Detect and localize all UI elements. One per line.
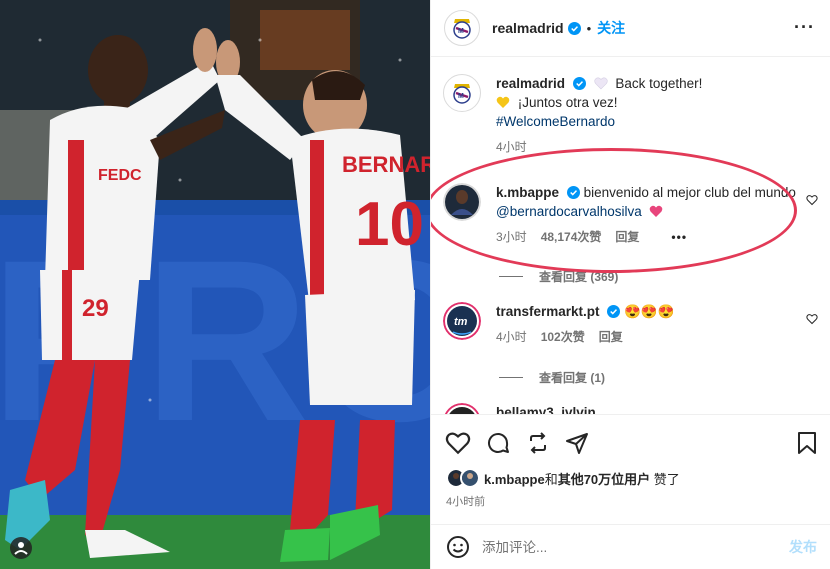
save-bookmark-icon[interactable]	[796, 431, 818, 455]
caption-time[interactable]: 4小时	[496, 138, 527, 155]
repost-icon[interactable]	[526, 431, 550, 455]
comment-username[interactable]: transfermarkt.pt	[496, 304, 600, 319]
likes-suffix: 赞了	[653, 471, 680, 487]
white-heart-icon	[593, 77, 608, 90]
avatar[interactable]	[460, 468, 480, 488]
svg-text:tm: tm	[454, 316, 468, 328]
post-caption: M realmadrid Back together! ¡Juntos otra…	[443, 74, 813, 155]
comments-list[interactable]: M realmadrid Back together! ¡Juntos otra…	[431, 58, 830, 414]
comment-likes[interactable]: 102次赞	[541, 328, 585, 345]
avatar[interactable]	[443, 183, 481, 221]
post-photo[interactable]: PRO 29 FEDC BERNARD 10	[0, 0, 430, 569]
caption-hashtag[interactable]: #WelcomeBernardo	[496, 114, 615, 129]
photo-illustration: PRO 29 FEDC BERNARD 10	[0, 0, 430, 569]
like-heart-icon[interactable]	[445, 431, 471, 455]
avatar[interactable]: tm	[443, 302, 481, 340]
comment-item: k.mbappe bienvenido al mejor club del mu…	[443, 183, 818, 245]
comment-item: bellamy3_jvlvin	[443, 403, 813, 414]
comment-composer: 发布	[431, 524, 830, 569]
left-jersey-number: 29	[82, 295, 109, 322]
right-jersey-number: 10	[355, 190, 424, 259]
comment-likes[interactable]: 48,174次赞	[541, 228, 602, 245]
like-comment-icon[interactable]	[806, 194, 818, 206]
more-options-icon[interactable]: ···	[794, 18, 815, 36]
likes-and: 和	[544, 471, 558, 487]
likes-summary[interactable]: k.mbappe和其他70万位用户 赞了	[446, 468, 680, 488]
user-photo-icon	[443, 183, 481, 221]
reply-button[interactable]: 回复	[599, 328, 623, 345]
verified-badge-icon	[572, 77, 586, 90]
real-madrid-crest-icon: M	[448, 14, 476, 42]
comment-username[interactable]: k.mbappe	[496, 185, 559, 200]
comment-time[interactable]: 3小时	[496, 228, 527, 245]
left-jersey-sponsor: FEDC	[98, 167, 142, 184]
view-replies-label: 查看回复 (1)	[539, 371, 606, 385]
caption-username[interactable]: realmadrid	[496, 76, 565, 91]
verified-badge-icon	[607, 305, 621, 318]
avatar[interactable]	[443, 403, 481, 414]
real-madrid-crest-icon: M	[448, 79, 476, 107]
view-replies-button[interactable]: 查看回复 (1)	[499, 369, 605, 386]
comment-item: tm transfermarkt.pt 😍😍😍 4小时 102次赞 回复	[443, 302, 818, 345]
comment-username[interactable]: bellamy3_jvlvin	[496, 405, 596, 414]
share-send-icon[interactable]	[565, 431, 589, 455]
view-replies-button[interactable]: 查看回复 (369)	[499, 268, 618, 285]
comment-time[interactable]: 4小时	[496, 328, 527, 345]
comment-mention[interactable]: @bernardocarvalhosilva	[496, 204, 642, 219]
post-side-panel: M realmadrid • 关注 ··· M realmadrid Back …	[430, 0, 830, 569]
comment-input[interactable]	[482, 539, 752, 555]
post-header: M realmadrid • 关注 ···	[431, 0, 830, 57]
header-username[interactable]: realmadrid	[492, 20, 564, 36]
svg-text:M: M	[458, 93, 464, 100]
right-jersey-name: BERNARD	[342, 152, 430, 177]
comment-text: bienvenido al mejor club del mundo	[583, 185, 796, 200]
user-photo-icon	[462, 470, 478, 486]
avatar[interactable]: M	[443, 74, 481, 112]
svg-text:M: M	[458, 28, 464, 35]
comment-more-icon[interactable]: •••	[671, 230, 687, 244]
emoji-icon[interactable]	[446, 535, 470, 559]
post-comment-button[interactable]: 发布	[789, 537, 817, 557]
tag-people-icon[interactable]	[10, 537, 32, 559]
like-comment-icon[interactable]	[806, 313, 818, 325]
view-replies-line	[499, 276, 523, 277]
yellow-heart-icon	[496, 96, 510, 108]
caption-line-2: ¡Juntos otra vez!	[517, 95, 618, 110]
transfermarkt-logo-icon: tm	[443, 302, 481, 340]
action-bar	[431, 414, 830, 474]
view-replies-label: 查看回复 (369)	[539, 270, 619, 284]
likes-user[interactable]: k.mbappe	[484, 472, 545, 487]
likes-others[interactable]: 其他70万位用户	[558, 472, 650, 487]
pink-heart-icon	[649, 205, 662, 217]
follow-button[interactable]: 关注	[597, 18, 625, 38]
verified-badge-icon	[567, 21, 581, 35]
verified-badge-icon	[566, 186, 580, 199]
reply-button[interactable]: 回复	[615, 228, 639, 245]
header-separator: •	[586, 20, 592, 36]
comment-bubble-icon[interactable]	[486, 431, 510, 455]
avatar[interactable]: M	[444, 10, 480, 46]
comment-text: 😍😍😍	[624, 304, 675, 319]
post-time[interactable]: 4小时前	[446, 493, 485, 509]
user-photo-icon	[444, 403, 480, 414]
view-replies-line	[499, 377, 523, 378]
caption-line-1: Back together!	[615, 76, 703, 91]
